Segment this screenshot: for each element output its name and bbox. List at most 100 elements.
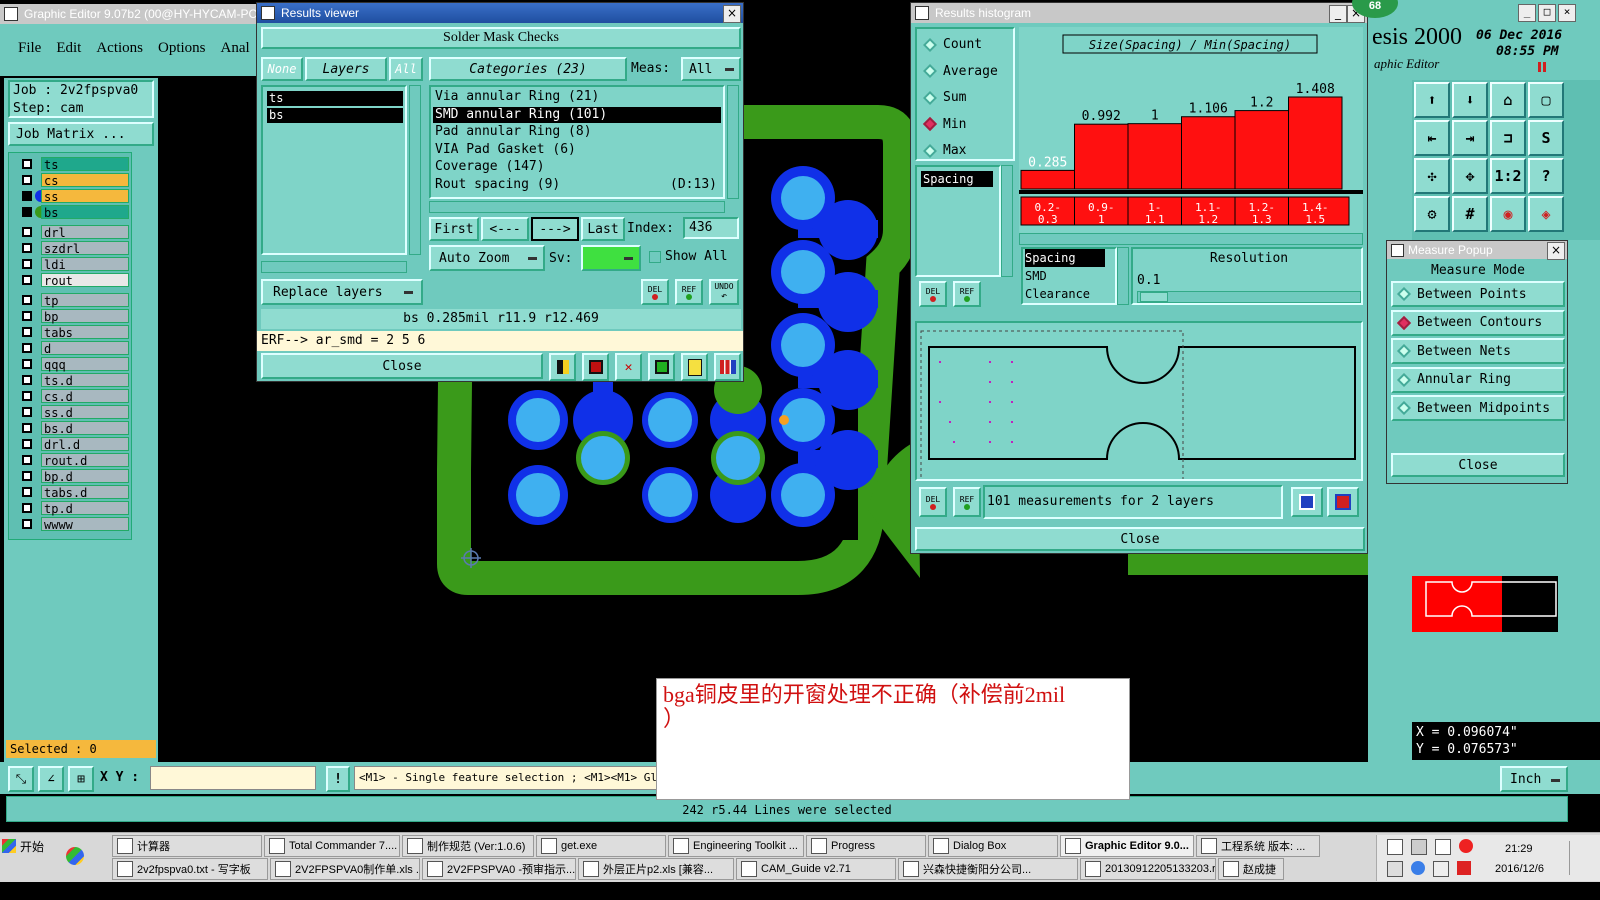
measure-icon[interactable]: ◉ bbox=[1490, 196, 1526, 232]
meas-dropdown[interactable]: All bbox=[681, 57, 741, 81]
category-scrollbar[interactable] bbox=[1117, 247, 1129, 305]
layer-row[interactable]: ts bbox=[9, 157, 133, 172]
measure-mode-between-nets[interactable]: Between Nets bbox=[1391, 338, 1565, 364]
menu-anal[interactable]: Anal bbox=[221, 40, 250, 57]
layer-checkbox[interactable] bbox=[22, 487, 32, 497]
show-desktop-button[interactable] bbox=[1569, 841, 1586, 875]
layer-checkbox[interactable] bbox=[22, 407, 32, 417]
units-dropdown[interactable]: Inch bbox=[1500, 766, 1568, 792]
start-button[interactable]: 开始 bbox=[2, 835, 54, 857]
layer-row[interactable]: qqq bbox=[9, 357, 133, 372]
del-button[interactable]: DEL bbox=[641, 279, 669, 305]
job-matrix-button[interactable]: Job Matrix ... bbox=[8, 122, 154, 146]
tray-monitor-icon[interactable] bbox=[1387, 861, 1403, 877]
result-layers-list[interactable]: ts bs bbox=[261, 85, 407, 255]
coord-input[interactable] bbox=[150, 766, 316, 790]
layer-checkbox[interactable] bbox=[22, 295, 32, 305]
layer-checkbox[interactable] bbox=[22, 439, 32, 449]
taskbar-button[interactable]: Progress bbox=[806, 835, 926, 857]
histogram-icon[interactable] bbox=[714, 353, 741, 381]
tray-network-icon[interactable] bbox=[1387, 839, 1403, 855]
taskbar-button[interactable]: 2V2FPSPVA0 -预审指示... bbox=[422, 858, 576, 880]
taskbar-button[interactable]: 2V2FPSPVA0制作单.xls ... bbox=[270, 858, 420, 880]
layer-row[interactable]: tp.d bbox=[9, 501, 133, 516]
none-button[interactable]: None bbox=[261, 57, 303, 81]
tray-volume-icon[interactable] bbox=[1433, 861, 1449, 877]
layer-row[interactable]: cs bbox=[9, 173, 133, 188]
layer-row[interactable]: wwww bbox=[9, 517, 133, 532]
menu-file[interactable]: File bbox=[18, 40, 41, 57]
slider-handle[interactable] bbox=[1140, 292, 1168, 302]
layer-row[interactable]: cs.d bbox=[9, 389, 133, 404]
category-list-item[interactable]: Spacing bbox=[1025, 249, 1105, 267]
layer-checkbox[interactable] bbox=[22, 175, 32, 185]
taskbar-button[interactable]: Graphic Editor 9.0... bbox=[1060, 835, 1194, 857]
measure-tool-icon[interactable]: ∠ bbox=[38, 766, 64, 792]
center-icon[interactable]: ✥ bbox=[1452, 158, 1488, 194]
chart-icon[interactable] bbox=[549, 353, 576, 381]
pause-icon[interactable] bbox=[1538, 62, 1546, 72]
layer-checkbox[interactable] bbox=[22, 391, 32, 401]
measure-mode-between-points[interactable]: Between Points bbox=[1391, 281, 1565, 307]
taskbar-button[interactable]: Total Commander 7.... bbox=[264, 835, 400, 857]
layer-row[interactable]: tabs.d bbox=[9, 485, 133, 500]
alert-icon[interactable]: ! bbox=[326, 766, 350, 792]
minimize-icon[interactable]: _ bbox=[1329, 5, 1347, 23]
resolution-slider[interactable] bbox=[1137, 291, 1361, 303]
layer-row[interactable]: drl.d bbox=[9, 437, 133, 452]
layer-row[interactable]: ss.d bbox=[9, 405, 133, 420]
histogram-bar[interactable] bbox=[1181, 116, 1236, 190]
layer-row[interactable]: szdrl bbox=[9, 241, 133, 256]
stat-mode-sum[interactable]: Sum bbox=[922, 90, 966, 105]
layer-checkbox[interactable] bbox=[22, 311, 32, 321]
layers-hscroll[interactable] bbox=[261, 261, 407, 273]
layer-checkbox[interactable] bbox=[22, 343, 32, 353]
tray-qq-icon[interactable] bbox=[1411, 861, 1425, 875]
layer-row[interactable]: bp bbox=[9, 309, 133, 324]
layer-checkbox[interactable] bbox=[22, 519, 32, 529]
show-all-checkbox[interactable] bbox=[649, 251, 661, 263]
snake-icon[interactable]: S bbox=[1528, 120, 1564, 156]
layer-row[interactable]: ss bbox=[9, 189, 133, 204]
layers-scrollbar[interactable] bbox=[409, 85, 421, 255]
layer-row[interactable]: ts.d bbox=[9, 373, 133, 388]
preview-ref-button[interactable]: REF bbox=[953, 487, 981, 517]
taskbar-button[interactable]: Dialog Box bbox=[928, 835, 1058, 857]
categories-hscroll[interactable] bbox=[429, 201, 725, 213]
layer-row[interactable]: bs.d bbox=[9, 421, 133, 436]
category-item[interactable]: SMD annular Ring (101) bbox=[433, 106, 721, 123]
taskbar-button[interactable]: get.exe bbox=[536, 835, 666, 857]
prev-button[interactable]: <--- bbox=[481, 217, 529, 241]
layer-row[interactable]: bp.d bbox=[9, 469, 133, 484]
taskbar-button[interactable]: 赵成捷 bbox=[1218, 858, 1284, 880]
tools-icon[interactable]: ⚙ bbox=[1414, 196, 1450, 232]
layer-checkbox[interactable] bbox=[22, 227, 32, 237]
tray-printer-icon[interactable] bbox=[1411, 839, 1427, 855]
histogram-bar[interactable] bbox=[1234, 110, 1289, 190]
categories-list[interactable]: Via annular Ring (21) SMD annular Ring (1… bbox=[429, 85, 725, 199]
auto-zoom-button[interactable]: Auto Zoom bbox=[429, 245, 545, 271]
histogram-bar[interactable] bbox=[1288, 96, 1343, 190]
category-item[interactable]: Via annular Ring (21) bbox=[433, 89, 721, 105]
histogram-list[interactable]: Spacing bbox=[915, 165, 1001, 277]
close-icon[interactable]: × bbox=[1547, 242, 1565, 260]
taskbar-button[interactable]: 兴森快捷衡阳分公司... bbox=[898, 858, 1078, 880]
layer-checkbox[interactable] bbox=[22, 455, 32, 465]
layer-checkbox[interactable] bbox=[22, 375, 32, 385]
clear-icon[interactable]: ✕ bbox=[615, 353, 642, 381]
taskbar-button[interactable]: Engineering Toolkit ... bbox=[668, 835, 804, 857]
layer-row[interactable]: bs bbox=[9, 205, 133, 220]
taskbar-button[interactable]: CAM_Guide v2.71 bbox=[736, 858, 896, 880]
result-layer-item[interactable]: bs bbox=[267, 108, 403, 123]
layer-checkbox[interactable] bbox=[22, 359, 32, 369]
layers-button[interactable]: Layers bbox=[305, 57, 387, 81]
zoom-to-measure-icon[interactable] bbox=[1291, 487, 1323, 517]
measure-close-button[interactable]: Close bbox=[1391, 453, 1565, 477]
layer-row[interactable]: rout bbox=[9, 273, 133, 288]
layer-checkbox[interactable] bbox=[22, 207, 32, 217]
frame-icon[interactable]: ▢ bbox=[1528, 82, 1564, 118]
close-icon[interactable]: × bbox=[723, 5, 741, 23]
layer-checkbox[interactable] bbox=[22, 327, 32, 337]
list-item-spacing[interactable]: Spacing bbox=[921, 171, 993, 187]
next-button[interactable]: ---> bbox=[531, 217, 579, 241]
